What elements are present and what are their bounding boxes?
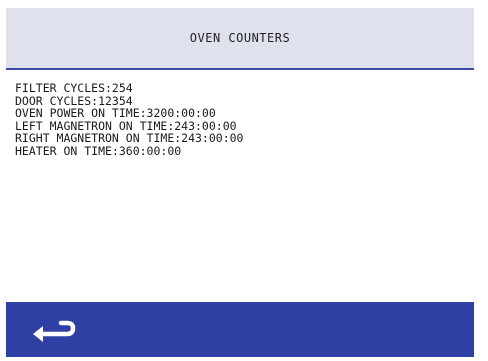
counter-heater-on-time: HEATER ON TIME:360:00:00 [15,143,182,158]
counter-filter-cycles: FILTER CYCLES:254 [15,81,133,95]
return-arrow-icon [33,320,76,342]
counters-panel: FILTER CYCLES:254 DOOR CYCLES:12354 OVEN… [6,70,474,302]
counter-right-magnetron-on-time: RIGHT MAGNETRON ON TIME:243:00:00 [15,131,244,145]
counter-oven-power-on-time: OVEN POWER ON TIME:3200:00:00 [15,106,216,120]
page-title: OVEN COUNTERS [189,31,291,45]
footer-bar [6,302,474,357]
back-button[interactable] [26,312,80,346]
oven-counters-screen: OVEN COUNTERS FILTER CYCLES:254 DOOR CYC… [0,0,488,361]
header-bar: OVEN COUNTERS [6,8,474,70]
